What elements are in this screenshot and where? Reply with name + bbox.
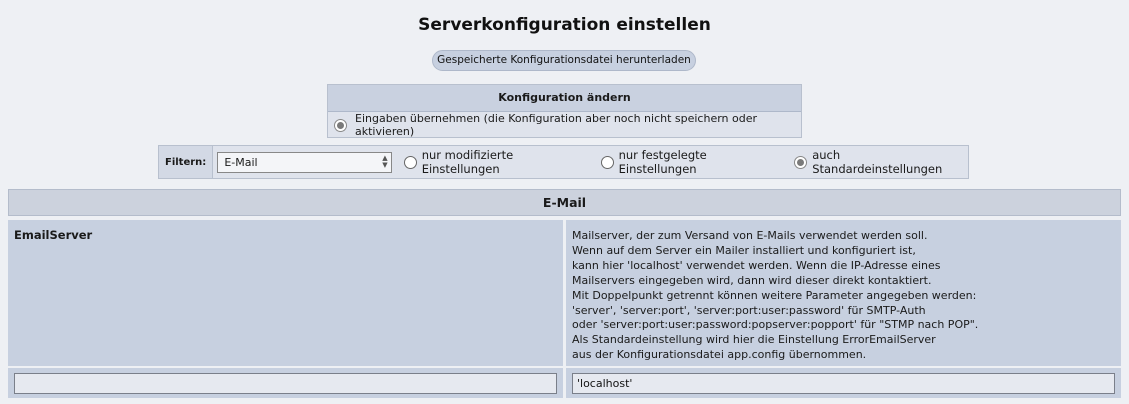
description-line: aus der Konfigurationsdatei app.config ü…	[572, 348, 867, 362]
filter-label: Filtern:	[159, 146, 214, 178]
page-title: Serverkonfiguration einstellen	[418, 15, 711, 35]
description-line: Mailserver, der zum Versand von E-Mails …	[572, 229, 928, 242]
config-panel: Konfiguration ändern Eingaben übernehmen…	[327, 84, 802, 138]
category-select-value: E-Mail	[224, 155, 258, 169]
description-line: 'server', 'server:port', 'server:port:us…	[572, 303, 926, 317]
setting-description: Mailserver, der zum Versand von E-Mails …	[566, 220, 1121, 366]
default-cell	[566, 368, 1121, 398]
filter-option-label: auch Standardeinstellungen	[812, 148, 943, 176]
filter-radio-defaults[interactable]	[794, 155, 808, 169]
setting-input-row	[8, 368, 1121, 398]
filter-option-label: nur modifizierte Einstellungen	[421, 148, 514, 176]
filter-radio-set[interactable]	[600, 155, 614, 169]
filter-radio-modified[interactable]	[403, 155, 417, 169]
config-panel-header: Konfiguration ändern	[328, 85, 801, 112]
description-line: oder 'server:port:user:password:popserve…	[572, 318, 979, 332]
default-value-input[interactable]	[572, 372, 1115, 394]
description-line: kann hier 'localhost' verwendet werden. …	[572, 258, 941, 272]
filter-option-label: nur festgelegte Einstellungen	[618, 148, 707, 176]
setting-name: EmailServer	[8, 220, 563, 366]
description-line: Mit Doppelpunkt getrennt können weitere …	[572, 288, 977, 302]
select-arrows-icon: ▲ ▼	[382, 153, 388, 169]
apply-option[interactable]: Eingaben übernehmen (die Konfiguration a…	[328, 112, 801, 138]
section-header: E-Mail	[8, 189, 1121, 216]
value-cell	[8, 368, 563, 398]
apply-option-label: Eingaben übernehmen (die Konfiguration a…	[355, 112, 758, 138]
setting-row: EmailServer Mailserver, der zum Versand …	[8, 220, 1121, 366]
description-line: Wenn auf dem Server ein Mailer installie…	[572, 243, 916, 257]
filter-option-modified[interactable]: nur modifizierte Einstellungen	[403, 148, 589, 176]
filter-option-defaults[interactable]: auch Standardeinstellungen	[794, 148, 968, 176]
setting-value-input[interactable]	[14, 372, 557, 394]
filter-option-set[interactable]: nur festgelegte Einstellungen	[600, 148, 783, 176]
download-config-button[interactable]: Gespeicherte Konfigurationsdatei herunte…	[432, 50, 696, 71]
apply-radio[interactable]	[334, 118, 347, 132]
description-line: Als Standardeinstellung wird hier die Ei…	[572, 333, 936, 347]
category-select[interactable]: E-Mail ▲ ▼	[217, 151, 392, 173]
description-line: Mailservers eingegeben wird, dann wird d…	[572, 273, 932, 287]
filter-bar: Filtern: E-Mail ▲ ▼ nur modifizierte Eins…	[158, 145, 969, 179]
